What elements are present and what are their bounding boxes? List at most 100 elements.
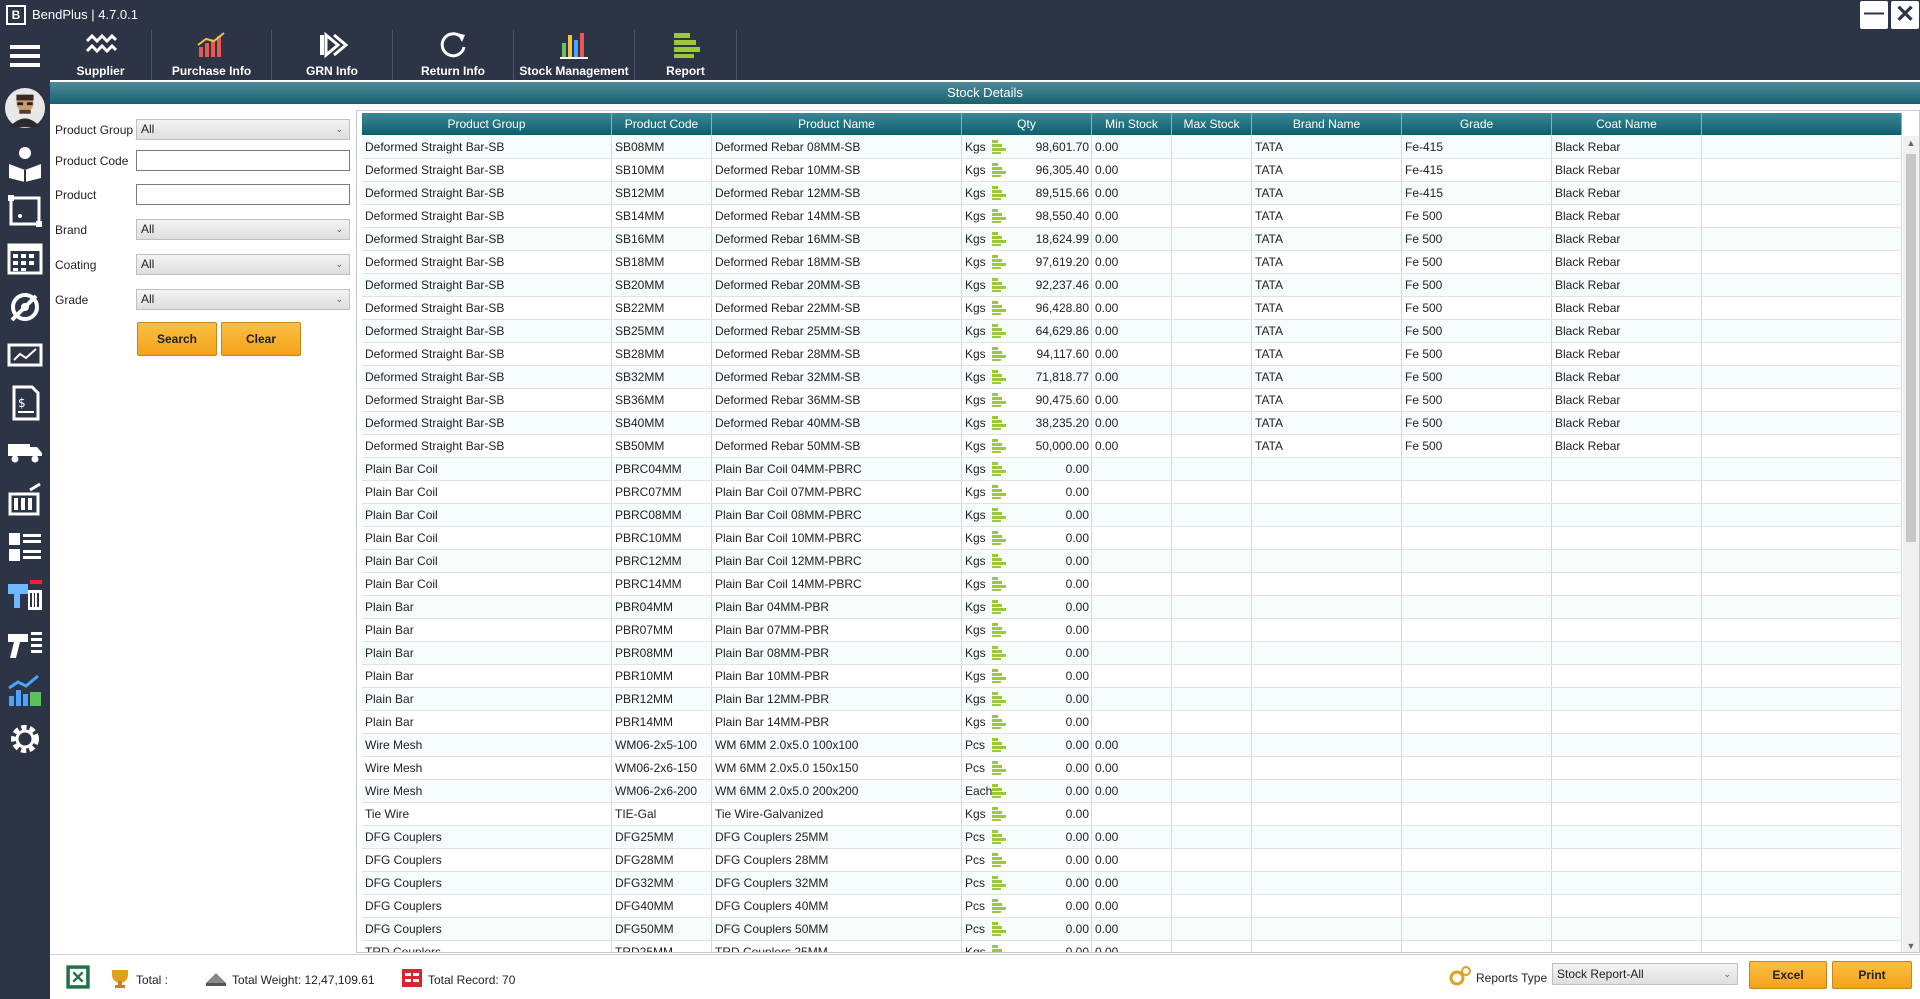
grade-cell: Fe-415 bbox=[1402, 182, 1552, 204]
table-row[interactable]: Deformed Straight Bar-SB SB40MM Deformed R… bbox=[362, 412, 1902, 435]
qty-cell: Kgs 38,235.20 bbox=[962, 412, 1092, 434]
scroll-down-icon[interactable]: ▼ bbox=[1903, 941, 1919, 951]
table-row[interactable]: Deformed Straight Bar-SB SB20MM Deformed R… bbox=[362, 274, 1902, 297]
drill-icon[interactable] bbox=[4, 622, 46, 664]
table-row[interactable]: Plain Bar Coil PBRC14MM Plain Bar Coil 14M… bbox=[362, 573, 1902, 596]
list-icon[interactable] bbox=[4, 526, 46, 568]
product-name-cell: Plain Bar 10MM-PBR bbox=[712, 665, 962, 687]
table-row[interactable]: Deformed Straight Bar-SB SB14MM Deformed R… bbox=[362, 205, 1902, 228]
scroll-up-icon[interactable]: ▲ bbox=[1903, 138, 1919, 148]
reader-icon[interactable] bbox=[4, 142, 46, 184]
qty-unit: Kgs bbox=[965, 255, 986, 269]
excel-button[interactable]: Excel bbox=[1749, 961, 1827, 989]
grn-play-icon bbox=[316, 31, 349, 62]
purchase-info-button[interactable]: Purchase Info bbox=[152, 30, 272, 80]
table-row[interactable]: Deformed Straight Bar-SB SB36MM Deformed R… bbox=[362, 389, 1902, 412]
table-row[interactable]: Plain Bar Coil PBRC10MM Plain Bar Coil 10M… bbox=[362, 527, 1902, 550]
minimize-button[interactable]: — bbox=[1860, 1, 1888, 29]
product-input[interactable] bbox=[136, 184, 350, 205]
table-row[interactable]: Deformed Straight Bar-SB SB32MM Deformed R… bbox=[362, 366, 1902, 389]
qty-cell: Pcs 0.00 bbox=[962, 849, 1092, 871]
table-row[interactable]: Deformed Straight Bar-SB SB28MM Deformed R… bbox=[362, 343, 1902, 366]
table-row[interactable]: Wire Mesh WM06-2x5-100 WM 6MM 2.0x5.0 100x… bbox=[362, 734, 1902, 757]
table-row[interactable]: Plain Bar PBR07MM Plain Bar 07MM-PBR Kgs 0.0… bbox=[362, 619, 1902, 642]
table-row[interactable]: Deformed Straight Bar-SB SB12MM Deformed R… bbox=[362, 182, 1902, 205]
reports-type-select[interactable]: Stock Report-All ⌄ bbox=[1552, 963, 1738, 985]
vertical-scrollbar[interactable]: ▲ ▼ bbox=[1903, 136, 1919, 952]
grn-info-button[interactable]: GRN Info bbox=[272, 30, 393, 80]
table-row[interactable]: DFG Couplers DFG25MM DFG Couplers 25MM Pcs 0… bbox=[362, 826, 1902, 849]
column-header[interactable] bbox=[1702, 113, 1902, 135]
close-button[interactable]: ✕ bbox=[1891, 1, 1919, 29]
truck-icon[interactable] bbox=[4, 430, 46, 472]
scroll-thumb[interactable] bbox=[1906, 154, 1916, 542]
column-header[interactable]: Product Group bbox=[362, 113, 612, 135]
column-header[interactable]: Qty bbox=[962, 113, 1092, 135]
table-row[interactable]: Plain Bar PBR08MM Plain Bar 08MM-PBR Kgs 0.0… bbox=[362, 642, 1902, 665]
analytics-icon[interactable] bbox=[4, 670, 46, 712]
table-row[interactable]: Plain Bar Coil PBRC04MM Plain Bar Coil 04M… bbox=[362, 458, 1902, 481]
column-header[interactable]: Min Stock bbox=[1092, 113, 1172, 135]
return-info-button[interactable]: Return Info bbox=[393, 30, 514, 80]
settings-icon[interactable] bbox=[4, 718, 46, 760]
grade-cell bbox=[1402, 573, 1552, 595]
invoice-icon[interactable]: $ bbox=[4, 382, 46, 424]
max-stock-cell bbox=[1172, 665, 1252, 687]
table-row[interactable]: Plain Bar PBR14MM Plain Bar 14MM-PBR Kgs 0.0… bbox=[362, 711, 1902, 734]
max-stock-cell bbox=[1172, 205, 1252, 227]
table-row[interactable]: Plain Bar Coil PBRC12MM Plain Bar Coil 12M… bbox=[362, 550, 1902, 573]
filler-cell bbox=[1702, 366, 1902, 388]
hamburger-icon[interactable] bbox=[4, 35, 46, 77]
table-row[interactable]: Deformed Straight Bar-SB SB22MM Deformed R… bbox=[362, 297, 1902, 320]
column-header[interactable]: Brand Name bbox=[1252, 113, 1402, 135]
column-header[interactable]: Product Name bbox=[712, 113, 962, 135]
qty-value: 0.00 bbox=[1065, 485, 1089, 499]
column-header[interactable]: Max Stock bbox=[1172, 113, 1252, 135]
table-row[interactable]: DFG Couplers DFG32MM DFG Couplers 32MM Pcs 0… bbox=[362, 872, 1902, 895]
product-group-select[interactable]: All ⌄ bbox=[136, 119, 350, 140]
search-button[interactable]: Search bbox=[137, 322, 217, 356]
supplier-button[interactable]: Supplier bbox=[50, 30, 152, 80]
report-button[interactable]: Report bbox=[635, 30, 737, 80]
column-header[interactable]: Coat Name bbox=[1552, 113, 1702, 135]
stock-management-button[interactable]: Stock Management bbox=[514, 30, 635, 80]
grade-select[interactable]: All ⌄ bbox=[136, 289, 350, 310]
table-row[interactable]: Plain Bar PBR12MM Plain Bar 12MM-PBR Kgs 0.0… bbox=[362, 688, 1902, 711]
clear-button[interactable]: Clear bbox=[221, 322, 301, 356]
tools-icon[interactable] bbox=[4, 286, 46, 328]
table-row[interactable]: Plain Bar Coil PBRC07MM Plain Bar Coil 07M… bbox=[362, 481, 1902, 504]
table-row[interactable]: Deformed Straight Bar-SB SB16MM Deformed R… bbox=[362, 228, 1902, 251]
product-code-input[interactable] bbox=[136, 150, 350, 171]
table-row[interactable]: Wire Mesh WM06-2x6-200 WM 6MM 2.0x5.0 200x… bbox=[362, 780, 1902, 803]
column-header[interactable]: Grade bbox=[1402, 113, 1552, 135]
table-row[interactable]: Plain Bar PBR04MM Plain Bar 04MM-PBR Kgs 0.0… bbox=[362, 596, 1902, 619]
product-group-cell: Deformed Straight Bar-SB bbox=[362, 182, 612, 204]
table-row[interactable]: Plain Bar Coil PBRC08MM Plain Bar Coil 08M… bbox=[362, 504, 1902, 527]
coat-name-cell: Black Rebar bbox=[1552, 412, 1702, 434]
table-row[interactable]: Deformed Straight Bar-SB SB10MM Deformed R… bbox=[362, 159, 1902, 182]
filler-cell bbox=[1702, 251, 1902, 273]
column-header[interactable]: Product Code bbox=[612, 113, 712, 135]
print-button[interactable]: Print bbox=[1832, 961, 1912, 989]
brand-select[interactable]: All ⌄ bbox=[136, 219, 350, 240]
table-row[interactable]: DFG Couplers DFG28MM DFG Couplers 28MM Pcs 0… bbox=[362, 849, 1902, 872]
table-row[interactable]: TRD Couplers TRD25MM TRD Couplers 25MM Kgs 0… bbox=[362, 941, 1902, 952]
table-row[interactable]: Deformed Straight Bar-SB SB50MM Deformed R… bbox=[362, 435, 1902, 458]
warehouse-icon[interactable] bbox=[4, 478, 46, 520]
table-row[interactable]: DFG Couplers DFG40MM DFG Couplers 40MM Pcs 0… bbox=[362, 895, 1902, 918]
table-row[interactable]: DFG Couplers DFG50MM DFG Couplers 50MM Pcs 0… bbox=[362, 918, 1902, 941]
table-row[interactable]: Wire Mesh WM06-2x6-150 WM 6MM 2.0x5.0 150x… bbox=[362, 757, 1902, 780]
table-row[interactable]: Deformed Straight Bar-SB SB08MM Deformed R… bbox=[362, 136, 1902, 159]
crop-icon[interactable] bbox=[4, 190, 46, 232]
calendar-grid-icon[interactable] bbox=[4, 238, 46, 280]
table-row[interactable]: Deformed Straight Bar-SB SB25MM Deformed R… bbox=[362, 320, 1902, 343]
table-row[interactable]: Tie Wire TIE-Gal Tie Wire-Galvanized Kgs 0.0… bbox=[362, 803, 1902, 826]
table-row[interactable]: Deformed Straight Bar-SB SB18MM Deformed R… bbox=[362, 251, 1902, 274]
table-row[interactable]: Plain Bar PBR10MM Plain Bar 10MM-PBR Kgs 0.0… bbox=[362, 665, 1902, 688]
coating-select[interactable]: All ⌄ bbox=[136, 254, 350, 275]
total-record: Total Record: 70 bbox=[428, 972, 516, 987]
scanner-icon[interactable] bbox=[4, 574, 46, 616]
excel-export-icon[interactable] bbox=[64, 963, 92, 991]
money-icon[interactable] bbox=[4, 334, 46, 376]
user-avatar[interactable] bbox=[4, 82, 46, 134]
